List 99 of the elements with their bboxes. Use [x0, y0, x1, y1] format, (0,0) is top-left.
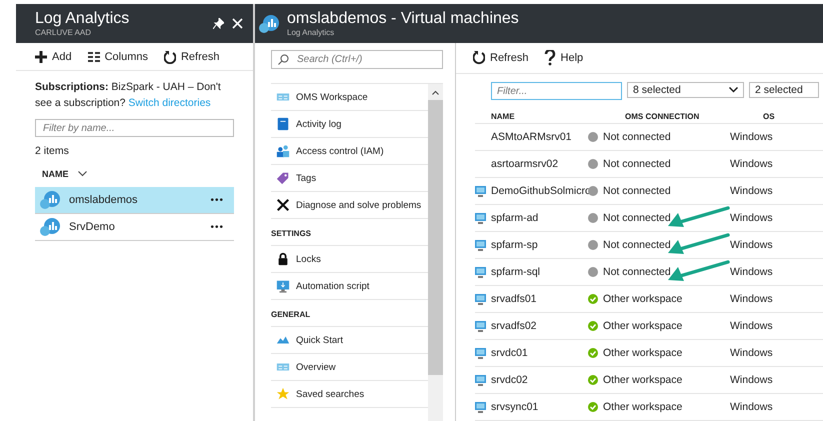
table-row[interactable]: srvadfs02 Other workspace Windows [475, 313, 823, 340]
menu-item[interactable]: Automation script [271, 273, 428, 300]
connection-status: Not connected [603, 266, 671, 278]
refresh-icon [473, 50, 485, 66]
os-cell-text: Windows [730, 158, 774, 170]
toolbar-button[interactable]: Add [35, 50, 72, 64]
section-header: GENERAL [271, 310, 310, 319]
subscription-text: Subscriptions: BizSpark - UAH – Don't see a subscription? Switch directories [35, 80, 222, 111]
os-cell-text: Windows [730, 293, 774, 305]
vm-name[interactable]: srvdc02 [491, 374, 588, 386]
menu-item[interactable]: OMS Workspace [271, 84, 428, 111]
blade-title: omslabdemos - Virtual machines [287, 9, 520, 28]
filter-field[interactable]: Filter by name... [35, 119, 234, 137]
chevron-icon [729, 87, 738, 93]
connection-status: Other workspace [603, 320, 682, 332]
blade-subtitle: CARLUVE AAD [35, 28, 92, 38]
more-button[interactable]: ••• [210, 222, 224, 232]
column-header[interactable]: OMS CONNECTION [625, 112, 763, 120]
scroll-thumb[interactable] [428, 100, 443, 375]
column-header[interactable]: NAME [42, 169, 68, 179]
chevron-icon[interactable] [78, 171, 86, 177]
refresh-icon [164, 50, 176, 64]
help-icon [544, 50, 556, 66]
vm-name[interactable]: spfarm-sp [491, 239, 588, 251]
toolbar-button[interactable]: Columns [88, 50, 148, 64]
workspace-icon [40, 217, 62, 237]
table-row[interactable]: spfarm-sp Not connected Windows [475, 232, 823, 259]
search-icon [278, 54, 289, 65]
monitor-icon [276, 279, 290, 293]
connection-status: Not connected [603, 239, 671, 251]
workspace-item[interactable]: SrvDemo ••• [35, 214, 234, 241]
lock-icon [276, 252, 290, 266]
os-cell-text: Windows [730, 131, 774, 143]
os-cell-text: Windows [730, 266, 774, 278]
connection-status: Other workspace [603, 374, 682, 386]
table-row[interactable]: srvdc02 Other workspace Windows [475, 367, 823, 394]
os-cell-text: Windows [730, 401, 774, 413]
workspace-icon [40, 190, 62, 210]
scrollbar[interactable] [428, 84, 443, 421]
connection-status: Not connected [603, 212, 671, 224]
star-icon [276, 387, 290, 401]
dropdown[interactable]: 8 selected [627, 82, 744, 98]
vm-name[interactable]: spfarm-sql [491, 266, 588, 278]
connection-status: Other workspace [603, 293, 682, 305]
column-header[interactable]: NAME [491, 112, 625, 120]
section-header: SETTINGS [271, 229, 312, 238]
connection-status: Not connected [603, 158, 671, 170]
os-cell-text: Windows [730, 212, 774, 224]
people-icon [276, 144, 290, 158]
scroll-up-icon[interactable] [432, 90, 439, 94]
vm-name[interactable]: srvdc01 [491, 347, 588, 359]
more-button[interactable]: ••• [210, 194, 224, 206]
vm-name[interactable]: srvsync01 [491, 401, 588, 413]
os-cell-text: Windows [730, 320, 774, 332]
vm-name[interactable]: spfarm-ad [491, 212, 588, 224]
os-cell-text: Windows [730, 239, 774, 251]
toolbar-button[interactable]: Help [544, 50, 584, 66]
columns-icon [88, 50, 100, 64]
column-header[interactable]: OS [763, 112, 823, 120]
vm-name[interactable]: ASMtoARMsrv01 [491, 131, 588, 143]
vm-name[interactable]: srvadfs02 [491, 320, 588, 332]
item-count: 2 items [35, 145, 70, 157]
table-row[interactable]: DemoGithubSolmicro Not connected Windows [475, 178, 823, 205]
connection-status: Other workspace [603, 401, 682, 413]
close-icon[interactable] [232, 18, 243, 29]
tag-icon [276, 171, 290, 185]
toolbar-button[interactable]: Refresh [473, 50, 529, 66]
search-input[interactable]: Search (Ctrl+/) [297, 54, 436, 65]
table-row[interactable]: asrtoarmsrv02 Not connected Windows [475, 151, 823, 178]
os-cell-text: Windows [730, 185, 774, 197]
vm-name[interactable]: srvadfs01 [491, 293, 588, 305]
vm-name[interactable]: DemoGithubSolmicro [491, 185, 588, 197]
search-field[interactable]: Search (Ctrl+/) [271, 50, 443, 69]
workspace-name: omslabdemos [69, 194, 138, 206]
toolbar-button[interactable]: Refresh [164, 50, 220, 64]
table-row[interactable]: srvdc01 Other workspace Windows [475, 340, 823, 367]
menu-item[interactable]: Activity log [271, 111, 428, 138]
vm-name[interactable]: asrtoarmsrv02 [491, 158, 588, 170]
plus-icon [35, 50, 47, 64]
blade-subtitle: Log Analytics [287, 28, 336, 38]
dropdown[interactable]: 2 selected [749, 82, 819, 98]
os-cell-text: Windows [730, 374, 774, 386]
workspace-name: SrvDemo [69, 221, 116, 233]
workspace-item[interactable]: omslabdemos ••• [35, 187, 234, 214]
pin-icon[interactable] [213, 18, 224, 29]
table-row[interactable]: spfarm-sql Not connected Windows [475, 259, 823, 286]
menu-item[interactable]: Access control (IAM) [271, 138, 428, 165]
tools-icon [276, 198, 290, 212]
table-row[interactable]: srvsync01 Other workspace Windows [475, 394, 823, 421]
connection-status: Not connected [603, 131, 671, 143]
blade-title: Log Analytics [35, 9, 130, 28]
table-row[interactable]: srvadfs01 Other workspace Windows [475, 286, 823, 313]
connection-status: Other workspace [603, 347, 682, 359]
os-cell-text: Windows [730, 347, 774, 359]
table-row[interactable]: ASMtoARMsrv01 Not connected Windows [475, 124, 823, 151]
book-icon [276, 117, 290, 131]
table-row[interactable]: spfarm-ad Not connected Windows [475, 205, 823, 232]
filter-field[interactable]: Filter... [491, 82, 622, 100]
connection-status: Not connected [603, 185, 671, 197]
